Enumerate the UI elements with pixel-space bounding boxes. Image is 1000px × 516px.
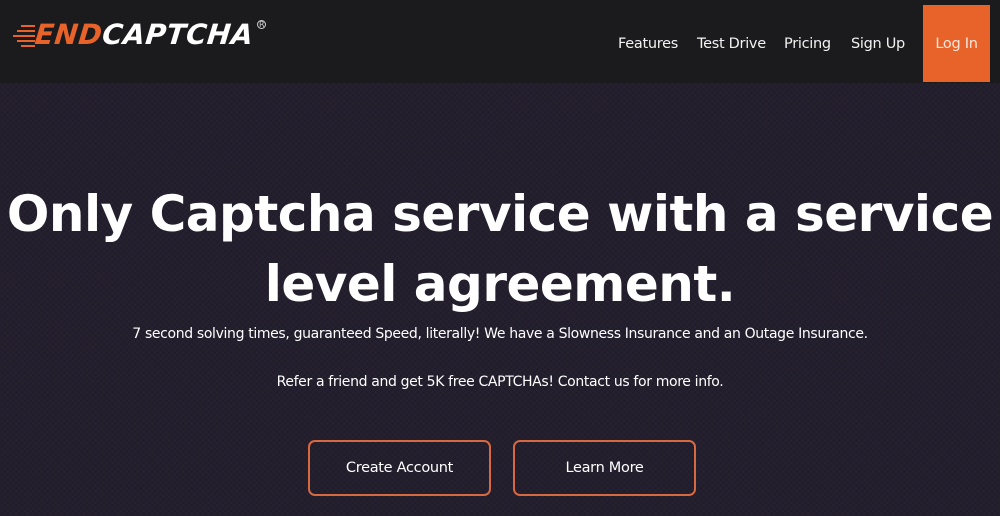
- login-button[interactable]: Log In: [923, 5, 990, 82]
- logo-captcha-text: CAPTCHA: [100, 18, 256, 51]
- hero-subtext-referral: Refer a friend and get 5K free CAPTCHAs!…: [276, 374, 724, 390]
- learn-more-button[interactable]: Learn More: [513, 440, 696, 496]
- top-navbar: ENDCAPTCHA R Features Test Drive Pricing…: [0, 0, 1000, 83]
- headline-line-1: Only Captcha service with a service: [6, 185, 994, 243]
- registered-mark-icon: R: [257, 19, 267, 29]
- headline-line-2: level agreement.: [264, 255, 736, 313]
- nav-link-test-drive[interactable]: Test Drive: [697, 34, 766, 54]
- hero-headline: Only Captcha service with a service leve…: [0, 179, 1000, 319]
- endcaptcha-logo[interactable]: ENDCAPTCHA R: [13, 18, 267, 52]
- hero-subtext-speed: 7 second solving times, guaranteed Speed…: [132, 326, 868, 342]
- logo-end-text: END: [33, 18, 105, 51]
- nav-link-sign-up[interactable]: Sign Up: [851, 34, 905, 54]
- speed-lines-icon: [13, 22, 35, 48]
- nav-link-pricing[interactable]: Pricing: [784, 34, 831, 54]
- logo-wordmark: ENDCAPTCHA: [33, 18, 255, 52]
- create-account-button[interactable]: Create Account: [308, 440, 491, 496]
- nav-link-features[interactable]: Features: [618, 34, 678, 54]
